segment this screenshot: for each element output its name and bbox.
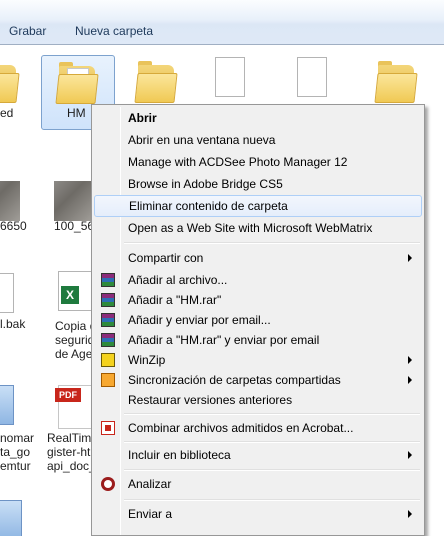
document-icon[interactable] <box>297 57 327 97</box>
submenu-arrow-icon <box>408 451 412 459</box>
menu-item-winzip[interactable]: WinZip <box>94 349 422 371</box>
menu-item-adobe-bridge[interactable]: Browse in Adobe Bridge CS5 <box>94 173 422 195</box>
folder-icon[interactable] <box>0 59 20 105</box>
file-label-line: gister-ht <box>47 445 91 459</box>
folder-icon[interactable] <box>134 59 178 105</box>
document-icon[interactable] <box>0 500 22 536</box>
image-thumbnail[interactable] <box>54 181 92 221</box>
file-label: l.bak <box>0 317 26 331</box>
menu-item-label: Sincronización de carpetas compartidas <box>128 373 341 387</box>
menu-item-eliminar-contenido[interactable]: Eliminar contenido de carpeta <box>94 195 422 217</box>
menu-item-anadir-email[interactable]: Añadir y enviar por email... <box>94 309 422 331</box>
document-icon[interactable] <box>0 273 14 313</box>
context-menu: Abrir Abrir en una ventana nueva Manage … <box>91 104 425 536</box>
menu-item-label: Añadir a "HM.rar" <box>128 293 222 307</box>
menu-item-label: WinZip <box>128 353 166 367</box>
menu-item-restaurar-versiones[interactable]: Restaurar versiones anteriores <box>94 389 422 411</box>
pdf-file-icon[interactable]: PDF <box>55 385 94 429</box>
menu-item-combinar-acrobat[interactable]: Combinar archivos admitidos en Acrobat..… <box>94 417 422 439</box>
menu-item-acdsee[interactable]: Manage with ACDSee Photo Manager 12 <box>94 151 422 173</box>
winrar-icon <box>101 333 115 347</box>
file-label-line: emtur <box>0 459 31 473</box>
menu-separator <box>124 469 420 471</box>
menu-item-sincronizacion[interactable]: Sincronización de carpetas compartidas <box>94 369 422 391</box>
menu-item-label: Compartir con <box>128 251 204 265</box>
folder-icon[interactable] <box>55 60 99 106</box>
burn-button[interactable]: Grabar <box>9 24 46 38</box>
menu-item-label: Eliminar contenido de carpeta <box>129 199 288 213</box>
file-label: 6650 <box>0 219 27 233</box>
menu-item-anadir-hm-rar-email[interactable]: Añadir a "HM.rar" y enviar por email <box>94 329 422 351</box>
menu-separator <box>124 441 420 443</box>
menu-item-label: Open as a Web Site with Microsoft WebMat… <box>128 221 373 235</box>
winrar-icon <box>101 273 115 287</box>
menu-item-label: Añadir y enviar por email... <box>128 313 271 327</box>
menu-item-compartir-con[interactable]: Compartir con <box>94 247 422 269</box>
acrobat-icon <box>101 421 115 435</box>
file-label-line: api_doc_ <box>47 459 96 473</box>
file-label-line: nomar <box>0 431 35 445</box>
menu-item-label: Abrir en una ventana nueva <box>128 133 276 147</box>
menu-item-anadir-archivo[interactable]: Añadir al archivo... <box>94 269 422 291</box>
submenu-arrow-icon <box>408 356 412 364</box>
document-icon[interactable] <box>0 385 14 425</box>
menu-item-label: Incluir en biblioteca <box>128 448 231 462</box>
menu-item-enviar-a[interactable]: Enviar a <box>94 503 422 525</box>
menu-item-label: Enviar a <box>128 507 173 521</box>
menu-separator <box>124 499 420 501</box>
folder-label-hm: HM <box>67 106 86 120</box>
command-bar: Grabar Nueva carpeta <box>0 0 444 45</box>
menu-item-incluir-biblioteca[interactable]: Incluir en biblioteca <box>94 444 422 466</box>
file-label-line: ta_go <box>0 445 31 459</box>
file-label: ed <box>0 106 14 120</box>
menu-separator <box>124 242 420 244</box>
menu-item-webmatrix[interactable]: Open as a Web Site with Microsoft WebMat… <box>94 217 422 239</box>
new-folder-button[interactable]: Nueva carpeta <box>75 24 153 38</box>
menu-item-label: Añadir a "HM.rar" y enviar por email <box>128 333 320 347</box>
menu-item-abrir[interactable]: Abrir <box>94 107 422 129</box>
menu-item-label: Browse in Adobe Bridge CS5 <box>128 177 283 191</box>
submenu-arrow-icon <box>408 510 412 518</box>
image-thumbnail[interactable] <box>0 181 20 221</box>
mcafee-icon <box>101 477 115 491</box>
submenu-arrow-icon <box>408 254 412 262</box>
menu-separator <box>124 413 420 415</box>
excel-file-icon[interactable]: X <box>58 271 92 311</box>
sync-icon <box>101 373 115 387</box>
menu-item-label: Manage with ACDSee Photo Manager 12 <box>128 155 348 169</box>
menu-item-analizar[interactable]: Analizar <box>94 473 422 495</box>
menu-item-label: Añadir al archivo... <box>128 273 228 287</box>
submenu-arrow-icon <box>408 376 412 384</box>
document-icon[interactable] <box>215 57 245 97</box>
winrar-icon <box>101 293 115 307</box>
menu-item-open-new-window[interactable]: Abrir en una ventana nueva <box>94 129 422 151</box>
winzip-icon <box>101 353 115 367</box>
menu-item-label: Combinar archivos admitidos en Acrobat..… <box>128 421 354 435</box>
menu-item-label: Restaurar versiones anteriores <box>128 393 293 407</box>
menu-item-anadir-hm-rar[interactable]: Añadir a "HM.rar" <box>94 289 422 311</box>
folder-icon[interactable] <box>374 59 418 105</box>
menu-item-label: Analizar <box>128 477 172 491</box>
menu-item-label: Abrir <box>128 111 157 125</box>
winrar-icon <box>101 313 115 327</box>
